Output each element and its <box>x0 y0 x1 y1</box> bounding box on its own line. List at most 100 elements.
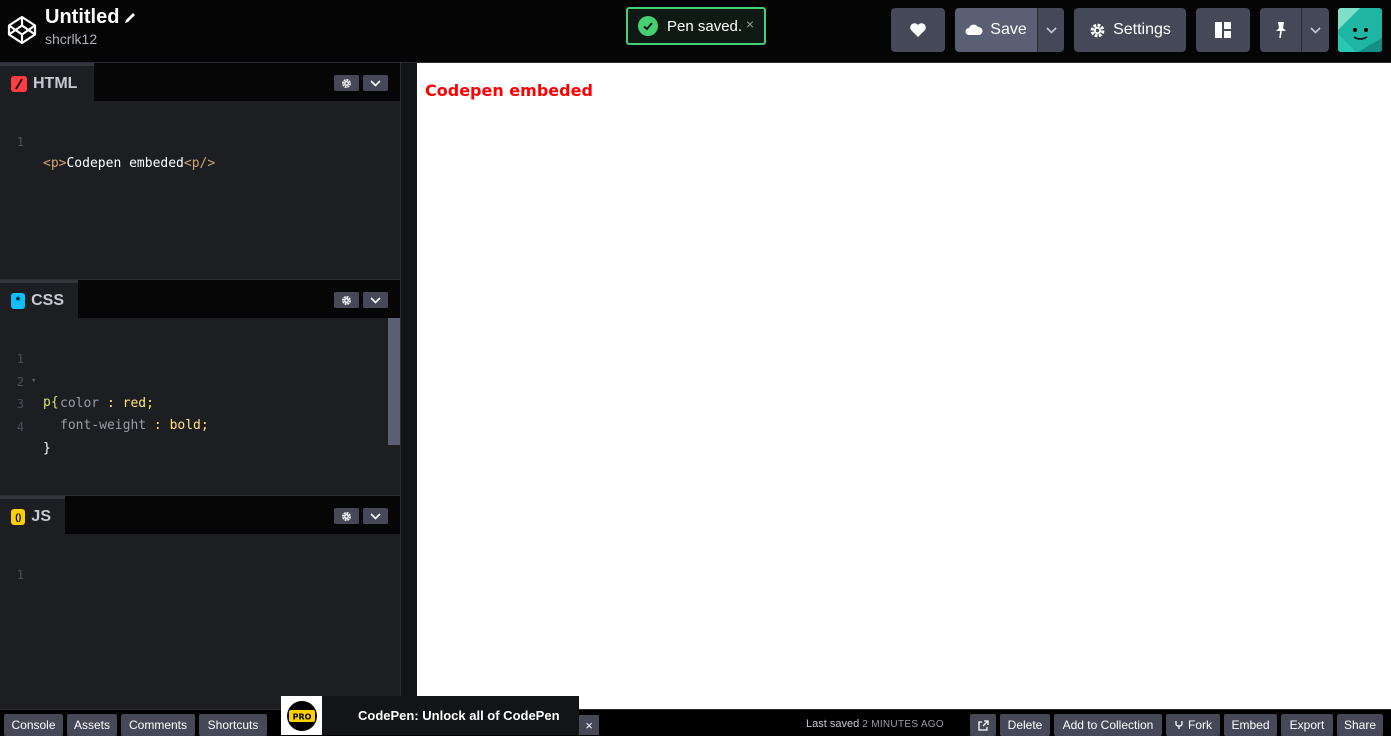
embed-button[interactable]: Embed <box>1224 714 1277 736</box>
close-tag: <p/> <box>183 156 216 171</box>
delete-button[interactable]: Delete <box>1000 714 1050 736</box>
html-code[interactable]: 1 <p>Codepen embeded<p/> <box>0 109 400 171</box>
pro-promo-banner[interactable]: PRO CodePen: Unlock all of CodePen <box>281 696 579 735</box>
tab-html[interactable]: HTML <box>0 63 94 101</box>
pro-badge-icon: PRO <box>286 700 317 731</box>
fork-label: Fork <box>1188 718 1212 732</box>
toast-message: Pen saved. <box>667 17 743 35</box>
pen-title-block: Untitled shcrlk12 <box>45 6 137 47</box>
save-label: Save <box>990 21 1027 38</box>
open-external-button[interactable] <box>970 714 996 736</box>
html-options-button[interactable] <box>363 75 388 91</box>
pin-options-button[interactable] <box>1301 8 1329 52</box>
js-settings-button[interactable] <box>334 508 359 524</box>
tab-js-label: JS <box>31 507 51 525</box>
code-line: 1 ▾ p{ <box>0 326 400 410</box>
last-saved-status: Last saved 2 MINUTES AGO <box>806 718 944 730</box>
css-settings-button[interactable] <box>334 292 359 308</box>
gear-icon <box>342 78 351 88</box>
pin-icon <box>1275 22 1286 39</box>
fork-button[interactable]: Fork <box>1166 714 1220 736</box>
cloud-icon <box>965 24 983 35</box>
js-options-button[interactable] <box>363 508 388 524</box>
heart-icon <box>910 23 926 37</box>
code-line: 3 font-weight : bold; <box>0 371 400 433</box>
code-line: 1 <box>0 542 400 582</box>
tab-css-label: CSS <box>31 291 64 309</box>
code-line: 1 <p>Codepen embeded<p/> <box>0 109 400 171</box>
pro-badge-text: PRO <box>292 712 311 721</box>
css-code[interactable]: 1 ▾ p{ 2 color : red; 3 font-weight : bo… <box>0 326 400 456</box>
user-avatar[interactable] <box>1338 8 1382 52</box>
css-colon: : <box>146 418 170 433</box>
gear-icon <box>342 295 351 305</box>
js-editor-header: () JS <box>0 496 400 534</box>
last-saved-label: Last saved <box>806 718 860 730</box>
code-text: font-weight : bold; <box>60 415 209 437</box>
promo-close-button[interactable]: × <box>579 715 599 735</box>
code-text: <p>Codepen embeded<p/> <box>43 153 215 175</box>
code-line: 4 } <box>0 394 400 456</box>
comments-button[interactable]: Comments <box>121 714 195 736</box>
css-options-button[interactable] <box>363 292 388 308</box>
chevron-down-icon <box>1045 26 1057 34</box>
share-button[interactable]: Share <box>1337 714 1383 736</box>
export-button[interactable]: Export <box>1281 714 1333 736</box>
layout-icon <box>1215 22 1231 38</box>
editor-resize-handle[interactable] <box>400 63 417 709</box>
js-editor-pane: () JS 1 <box>0 495 400 709</box>
css-close-brace: } <box>43 440 51 456</box>
promo-text: CodePen: Unlock all of CodePen <box>358 708 560 723</box>
pen-title[interactable]: Untitled <box>45 6 137 29</box>
html-editor-pane: HTML 1 <p>Codepen embeded<p/> <box>0 63 400 279</box>
saved-toast: Pen saved. × <box>626 7 766 45</box>
close-icon[interactable]: × <box>746 16 754 32</box>
assets-button[interactable]: Assets <box>67 714 117 736</box>
tab-js[interactable]: () JS <box>0 496 65 534</box>
preview-paragraph: Codepen embeded <box>425 81 593 100</box>
js-parens-icon: () <box>11 508 26 525</box>
shortcuts-button[interactable]: Shortcuts <box>199 714 267 736</box>
pen-title-text[interactable]: Untitled <box>45 6 119 29</box>
css-value: bold; <box>169 418 209 433</box>
pro-badge: PRO <box>281 696 322 735</box>
css-editor-header: * CSS <box>0 280 400 318</box>
save-button[interactable]: Save <box>955 8 1037 52</box>
line-number: 4 <box>16 419 24 434</box>
css-asterisk-icon: * <box>11 292 26 309</box>
change-view-button[interactable] <box>1196 8 1250 52</box>
add-to-collection-button[interactable]: Add to Collection <box>1054 714 1162 736</box>
js-code[interactable]: 1 <box>0 542 400 582</box>
settings-label: Settings <box>1113 21 1171 38</box>
header: Untitled shcrlk12 Pen saved. × Save Sett… <box>0 0 1391 63</box>
css-property: font-weight <box>60 418 147 433</box>
open-tag: <p> <box>43 156 67 171</box>
username[interactable]: shcrlk12 <box>45 31 137 47</box>
code-line: 2 color : red; <box>0 349 400 411</box>
html-settings-button[interactable] <box>334 75 359 91</box>
chevron-down-icon <box>370 296 381 304</box>
text-content: Codepen embeded <box>66 156 184 171</box>
tab-html-label: HTML <box>33 74 78 92</box>
avatar-face-icon <box>1338 8 1382 52</box>
codepen-logo-icon[interactable] <box>6 14 38 46</box>
love-button[interactable] <box>891 8 945 52</box>
last-saved-time: 2 MINUTES AGO <box>862 719 944 730</box>
html-slash-icon <box>11 75 27 92</box>
line-number: 1 <box>16 135 24 149</box>
pin-button[interactable] <box>1260 8 1301 52</box>
settings-button[interactable]: Settings <box>1074 8 1186 52</box>
gear-icon <box>342 511 351 521</box>
css-editor-pane: * CSS 1 ▾ p{ 2 color : red; 3 font-weigh… <box>0 279 400 495</box>
pencil-icon[interactable] <box>123 11 137 25</box>
chevron-down-icon <box>1310 26 1321 34</box>
tab-css[interactable]: * CSS <box>0 280 78 318</box>
result-preview[interactable]: Codepen embeded <box>417 63 1391 709</box>
save-options-button[interactable] <box>1037 8 1064 52</box>
chevron-down-icon <box>370 79 381 87</box>
line-number: 1 <box>16 568 24 582</box>
console-button[interactable]: Console <box>4 714 63 736</box>
external-link-icon <box>977 719 989 731</box>
gear-icon <box>1090 23 1105 37</box>
footer-bar: Console Assets Comments Shortcuts Last s… <box>0 709 1391 736</box>
